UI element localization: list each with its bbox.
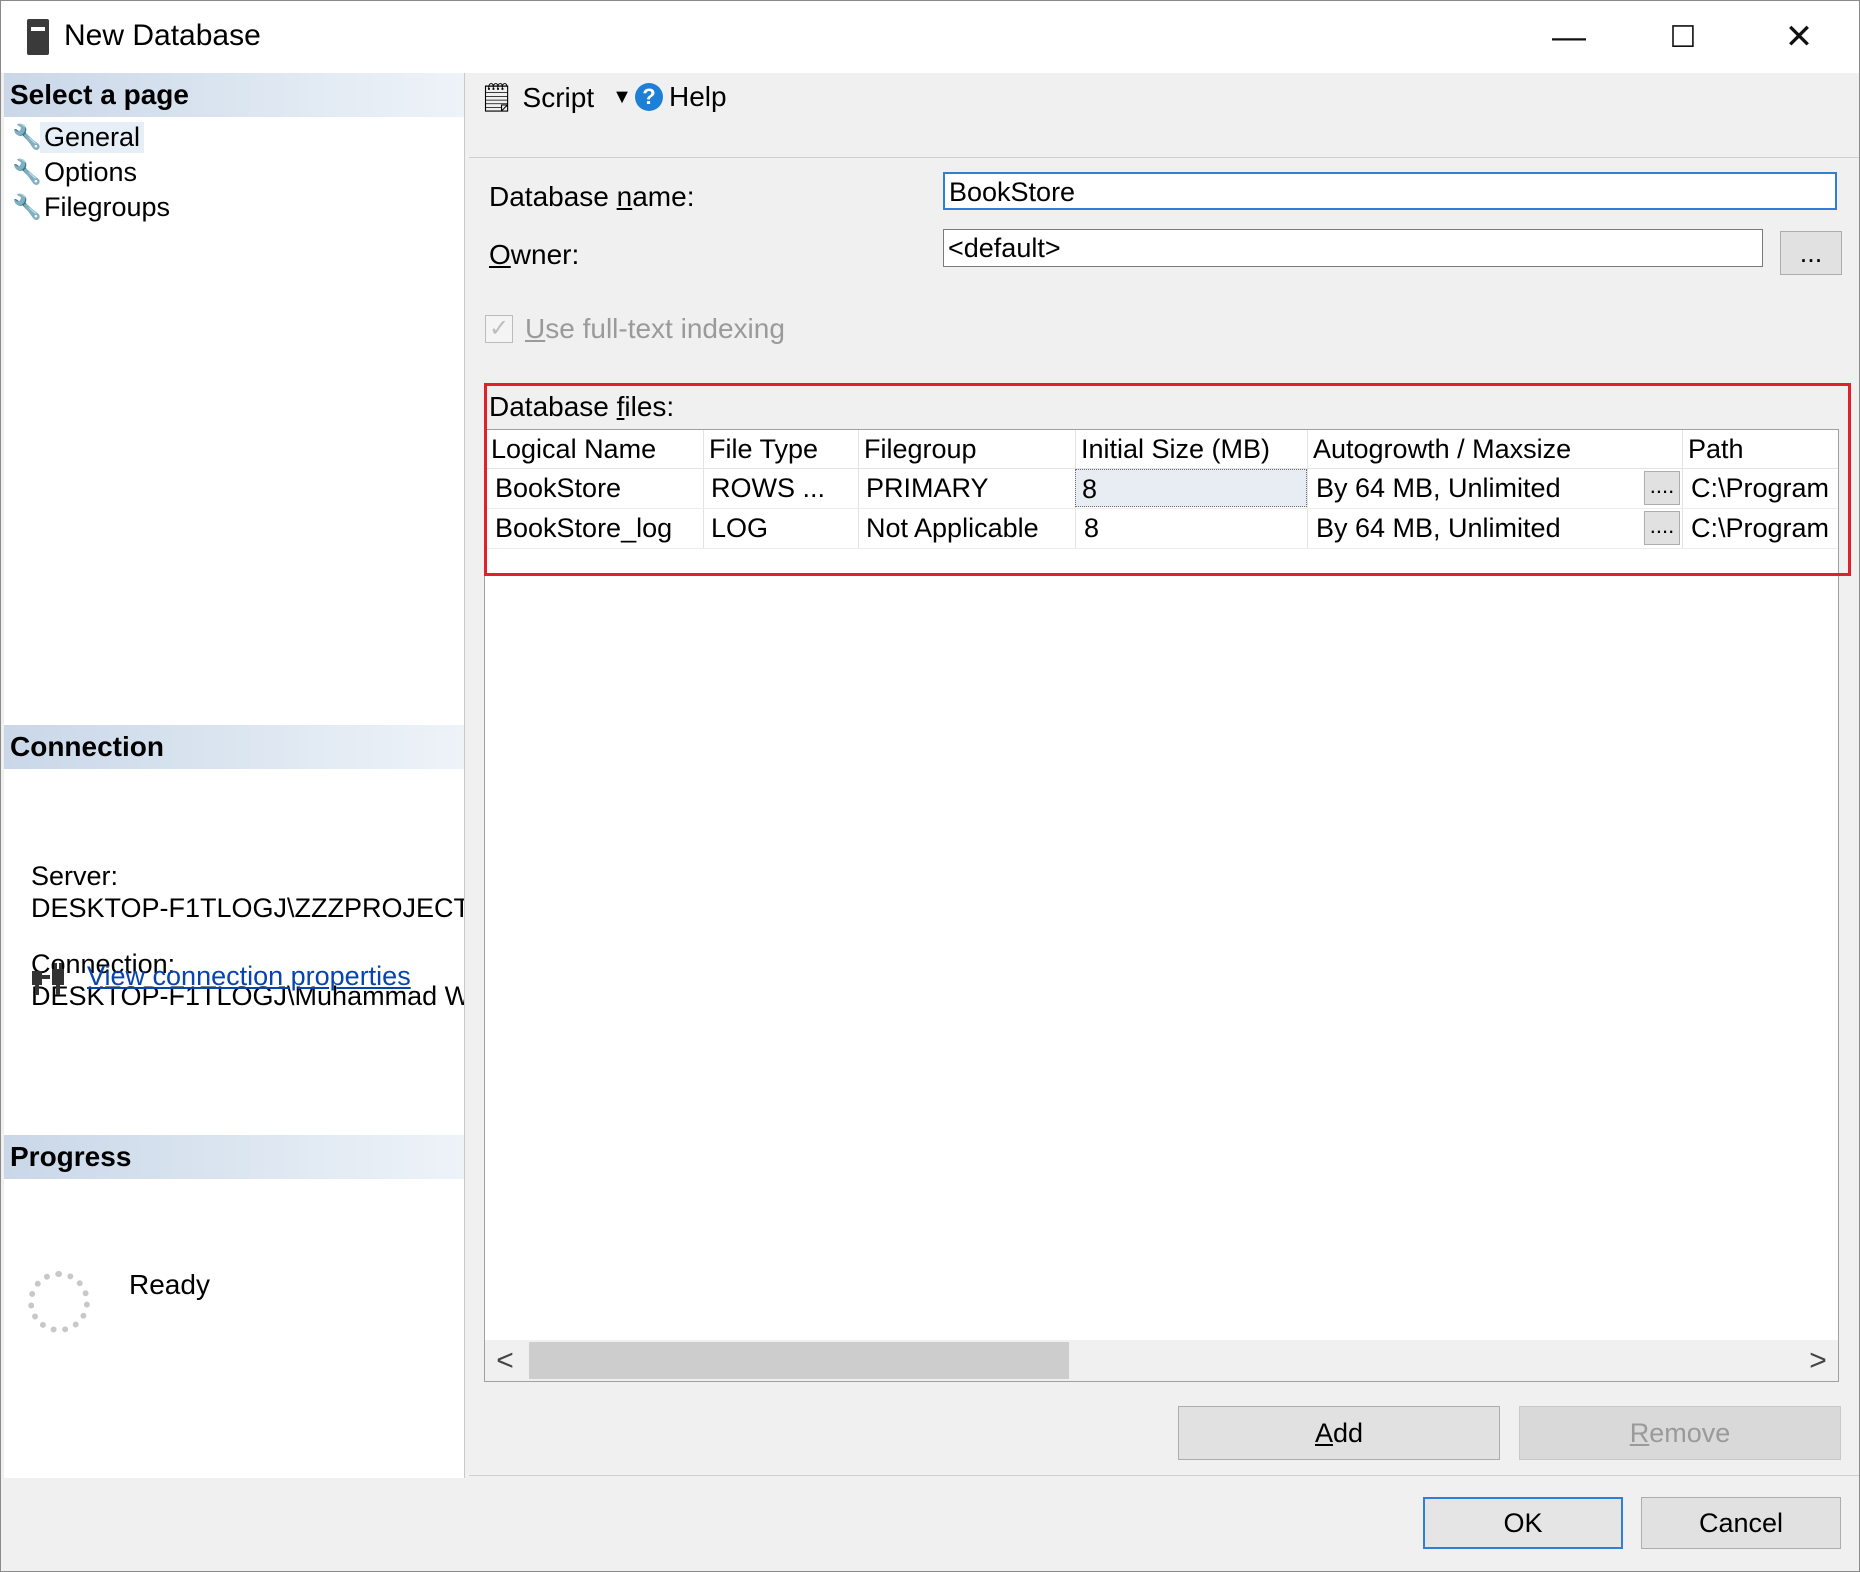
- page-options[interactable]: 🔧 Options: [12, 155, 141, 189]
- wrench-icon: 🔧: [12, 123, 42, 151]
- cell-filegroup[interactable]: Not Applicable: [860, 509, 1075, 547]
- database-icon: [27, 19, 49, 55]
- chevron-down-icon[interactable]: ▼: [612, 86, 632, 109]
- page-filegroups[interactable]: 🔧 Filegroups: [12, 190, 174, 224]
- cell-autogrowth[interactable]: By 64 MB, Unlimited: [1310, 469, 1655, 507]
- new-database-dialog: New Database — ☐ ✕ Select a page 🔧 Gener…: [0, 0, 1860, 1572]
- cell-filegroup[interactable]: PRIMARY: [860, 469, 1075, 507]
- close-button[interactable]: ✕: [1769, 11, 1829, 63]
- wrench-icon: 🔧: [12, 193, 42, 221]
- title-bar: New Database — ☐ ✕: [1, 1, 1859, 73]
- view-connection-properties-link[interactable]: View connection properties: [87, 961, 411, 992]
- left-pane: Select a page 🔧 General 🔧 Options 🔧 File…: [4, 73, 465, 1478]
- horizontal-scrollbar[interactable]: < >: [485, 1340, 1838, 1381]
- progress-header: Progress: [4, 1135, 464, 1179]
- database-name-input[interactable]: BookStore: [943, 172, 1837, 210]
- page-general[interactable]: 🔧 General: [12, 120, 145, 154]
- progress-spinner-icon: [28, 1271, 90, 1333]
- script-button[interactable]: 🗒 Script ▼: [479, 81, 632, 114]
- connection-header: Connection: [4, 725, 464, 769]
- owner-browse-button[interactable]: ...: [1780, 231, 1842, 275]
- cell-initial-size[interactable]: 8: [1075, 469, 1307, 507]
- script-icon: 🗒: [479, 82, 515, 113]
- col-filegroup[interactable]: Filegroup: [858, 430, 1075, 468]
- cell-initial-size[interactable]: 8: [1078, 509, 1307, 547]
- owner-input[interactable]: <default>: [943, 229, 1763, 267]
- help-button[interactable]: ? Help: [635, 81, 727, 113]
- server-value: DESKTOP-F1TLOGJ\ZZZPROJECTS: [31, 893, 464, 923]
- fulltext-indexing-checkbox[interactable]: ✓: [485, 315, 513, 343]
- footer-divider: [469, 1475, 1859, 1476]
- database-files-label: Database files:: [489, 391, 675, 422]
- col-autogrowth[interactable]: Autogrowth / Maxsize: [1307, 430, 1682, 468]
- cell-logical-name[interactable]: BookStore: [489, 469, 703, 507]
- table-row[interactable]: BookStore_log LOG Not Applicable 8 By 64…: [485, 509, 1838, 547]
- cell-logical-name[interactable]: BookStore_log: [489, 509, 703, 547]
- cell-file-type[interactable]: ROWS ...: [705, 469, 858, 507]
- col-file-type[interactable]: File Type: [703, 430, 858, 468]
- cell-file-type[interactable]: LOG: [705, 509, 858, 547]
- window-title: New Database: [64, 19, 261, 52]
- scroll-right-arrow-icon[interactable]: >: [1800, 1340, 1836, 1381]
- cell-path[interactable]: C:\Program: [1685, 509, 1838, 547]
- cell-autogrowth[interactable]: By 64 MB, Unlimited: [1310, 509, 1655, 547]
- scroll-left-arrow-icon[interactable]: <: [487, 1340, 523, 1381]
- scrollbar-thumb[interactable]: [529, 1342, 1069, 1379]
- maximize-button[interactable]: ☐: [1653, 11, 1713, 63]
- cell-path[interactable]: C:\Program: [1685, 469, 1838, 507]
- server-label: Server:: [31, 861, 119, 891]
- database-name-label: Database name:: [489, 181, 695, 212]
- database-files-grid: Logical Name File Type Filegroup Initial…: [484, 429, 1839, 1382]
- autogrowth-edit-button[interactable]: ....: [1644, 471, 1680, 505]
- grid-header: Logical Name File Type Filegroup Initial…: [485, 430, 1838, 469]
- progress-status: Ready: [129, 1269, 210, 1300]
- fulltext-indexing-label: Use full-text indexing: [525, 313, 785, 344]
- table-row[interactable]: BookStore ROWS ... PRIMARY 8 By 64 MB, U…: [485, 469, 1838, 507]
- help-icon: ?: [635, 83, 663, 111]
- connection-info: Server: DESKTOP-F1TLOGJ\ZZZPROJECTS Conn…: [4, 769, 464, 1049]
- toolbar-divider: [469, 157, 1859, 158]
- minimize-button[interactable]: —: [1539, 11, 1599, 63]
- col-path[interactable]: Path: [1682, 430, 1838, 468]
- remove-button[interactable]: Remove: [1519, 1406, 1841, 1460]
- col-logical-name[interactable]: Logical Name: [485, 430, 703, 468]
- owner-label: Owner:: [489, 239, 580, 270]
- cancel-button[interactable]: Cancel: [1641, 1497, 1841, 1549]
- col-initial-size[interactable]: Initial Size (MB): [1075, 430, 1307, 468]
- autogrowth-edit-button[interactable]: ....: [1644, 511, 1680, 545]
- add-button[interactable]: Add: [1178, 1406, 1500, 1460]
- ok-button[interactable]: OK: [1423, 1497, 1623, 1549]
- row-divider: [485, 548, 1838, 549]
- connection-plug-icon: [32, 963, 64, 995]
- select-page-header: Select a page: [4, 73, 464, 117]
- wrench-icon: 🔧: [12, 158, 42, 186]
